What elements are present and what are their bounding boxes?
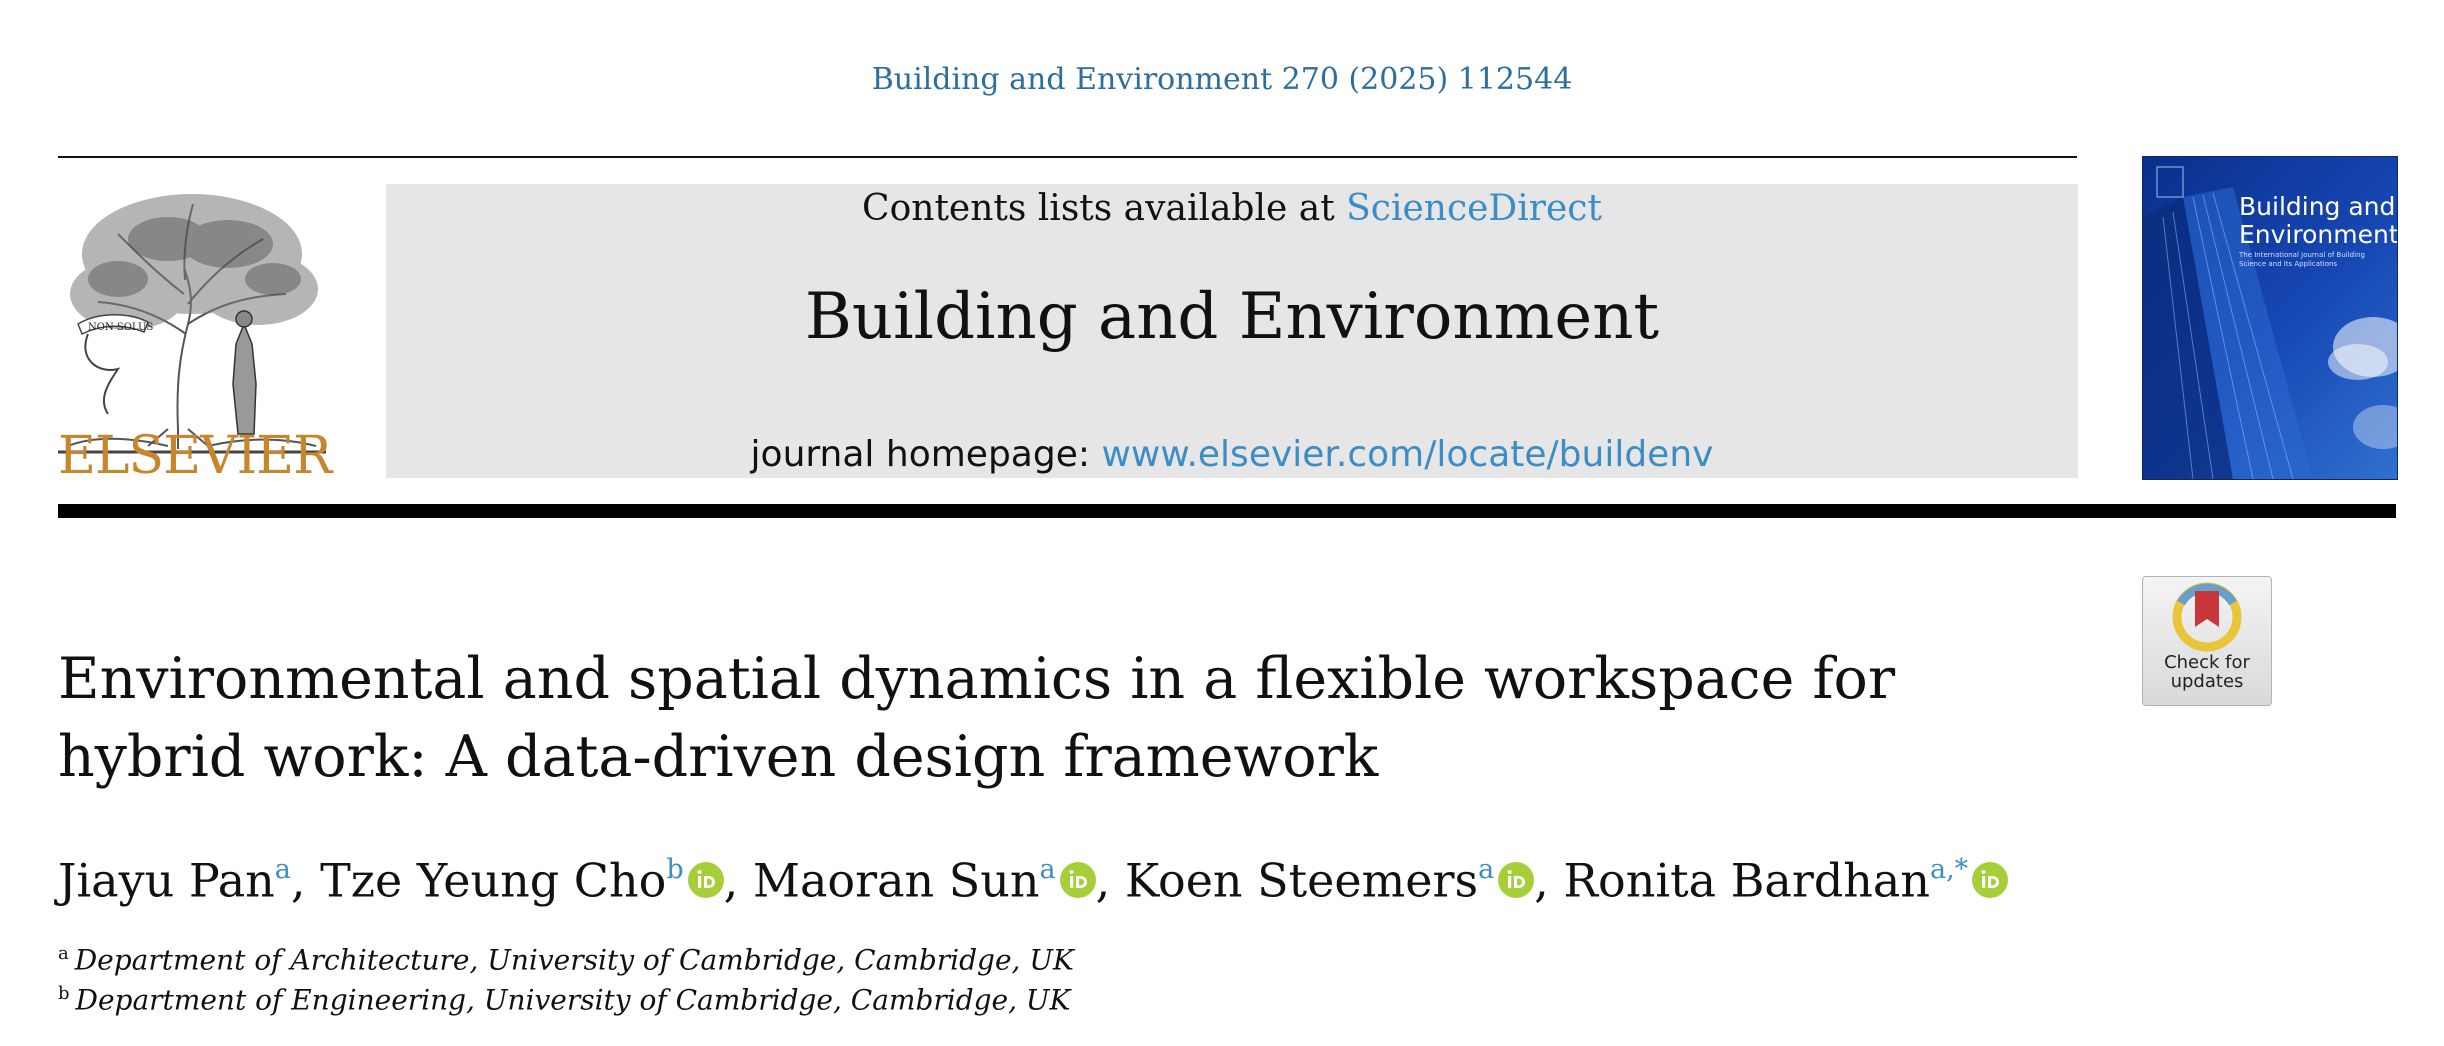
affiliation-mark[interactable]: a <box>275 854 291 885</box>
author-name[interactable]: Koen Steemers <box>1125 853 1478 907</box>
journal-cover-thumbnail[interactable]: Building and Environment The Internationa… <box>2142 156 2398 480</box>
affiliation-marker: a <box>58 943 69 964</box>
top-divider <box>58 156 2077 158</box>
author-name[interactable]: Jiayu Pan <box>58 853 275 907</box>
affiliation-mark[interactable]: b <box>666 854 683 885</box>
affiliation-text: Department of Architecture, University o… <box>74 943 1074 977</box>
elsevier-wordmark[interactable]: ELSEVIER <box>58 426 332 486</box>
journal-homepage-link[interactable]: www.elsevier.com/locate/buildenv <box>1101 434 1713 475</box>
orcid-icon[interactable] <box>687 862 724 899</box>
author-name[interactable]: Maoran Sun <box>753 853 1040 907</box>
affiliation-a: a Department of Architecture, University … <box>58 936 1074 978</box>
journal-name: Building and Environment <box>804 280 1660 354</box>
cover-subtitle: The International Journal of Building Sc… <box>2239 251 2365 268</box>
affiliation-b: b Department of Engineering, University o… <box>58 976 1070 1018</box>
sciencedirect-link[interactable]: ScienceDirect <box>1346 188 1602 229</box>
article-title: Environmental and spatial dynamics in a … <box>58 646 1896 790</box>
affiliation-mark[interactable]: a <box>1478 854 1494 885</box>
orcid-icon[interactable] <box>1059 862 1096 899</box>
orcid-icon[interactable] <box>1498 862 1535 899</box>
check-for-updates-label: Check for updates <box>2164 652 2250 692</box>
check-for-updates-button[interactable]: Check for updates <box>2142 576 2272 706</box>
svg-text:NON SOLUS: NON SOLUS <box>88 322 153 333</box>
author-list: Jiayu Pana, Tze Yeung Chob, Maoran Suna,… <box>58 842 2009 910</box>
journal-banner: Contents lists available at ScienceDirec… <box>386 184 2078 478</box>
cover-title: Building and Environment <box>2239 192 2398 249</box>
orcid-icon[interactable] <box>1972 862 2009 899</box>
affiliation-text: Department of Engineering, University of… <box>75 983 1071 1017</box>
header-thick-divider <box>58 504 2396 518</box>
affiliation-mark[interactable]: a <box>1040 854 1056 885</box>
journal-citation[interactable]: Building and Environment 270 (2025) 1125… <box>0 62 2444 97</box>
journal-homepage-line: journal homepage: www.elsevier.com/locat… <box>750 434 1714 475</box>
crossmark-icon <box>2172 582 2242 652</box>
affiliation-marker: b <box>58 983 70 1004</box>
author-name[interactable]: Ronita Bardhan <box>1563 853 1930 907</box>
contents-line: Contents lists available at ScienceDirec… <box>862 188 1602 229</box>
author-name[interactable]: Tze Yeung Cho <box>320 853 666 907</box>
affiliation-mark[interactable]: a,* <box>1930 854 1968 885</box>
